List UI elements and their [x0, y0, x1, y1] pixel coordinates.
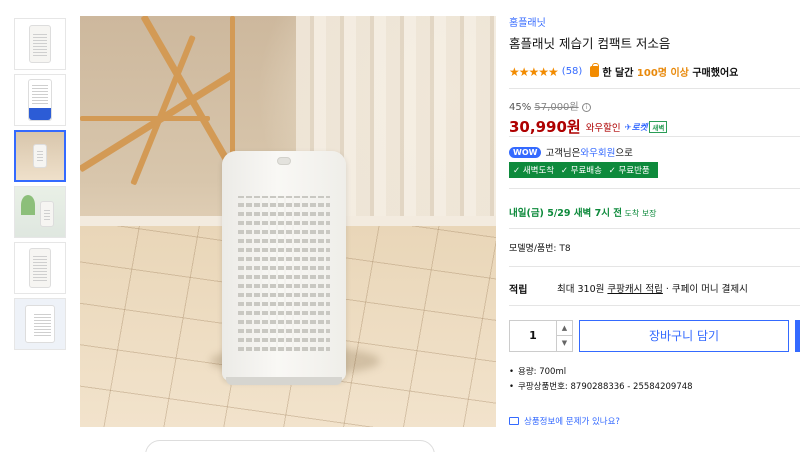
quantity-input[interactable]: 1 — [510, 321, 556, 351]
thumbnail-2[interactable] — [14, 74, 66, 126]
spec-capacity: 용량: 700ml — [509, 365, 693, 377]
accumulate-prefix: 최대 310원 — [557, 284, 608, 295]
accumulate-label: 적립 — [509, 285, 528, 296]
review-count-link[interactable]: (58) — [562, 66, 583, 77]
wow-text-suffix: 으로 — [615, 148, 633, 159]
product-info: 홈플래닛 홈플래닛 제습기 컴팩트 저소음 ★★★★★ (58) 한 달간 10… — [509, 14, 800, 79]
spec-list: 용량: 700ml 쿠팡상품번호: 8790288336 - 255842097… — [509, 365, 693, 395]
benefit-badges: ✓ 새벽도착 ✓ 무료배송 ✓ 무료반품 — [509, 162, 658, 178]
discount-rate: 45% — [509, 102, 532, 113]
spec-product-number: 쿠팡상품번호: 8790288336 - 25584209748 — [509, 380, 693, 392]
thumbnail-product-image — [25, 305, 55, 343]
thumbnail-3[interactable] — [14, 130, 66, 182]
buy-now-button[interactable] — [795, 320, 800, 352]
thumbnail-product-image — [40, 201, 54, 227]
report-link-label: 상품정보에 문제가 있나요? — [524, 417, 620, 427]
rating-row: ★★★★★ (58) 한 달간 100명 이상 구매했어요 — [509, 63, 800, 79]
quantity-down-button[interactable]: ▼ — [556, 336, 572, 351]
main-product-image — [80, 16, 496, 427]
benefit-dawn-delivery: ✓ 새벽도착 — [513, 166, 555, 176]
price-block: 45% 57,000원 i 30,990원 와우할인 ✈로켓 새벽 — [509, 98, 668, 137]
divider — [509, 188, 800, 189]
thumbnail-product-image — [28, 79, 52, 121]
divider — [509, 305, 800, 306]
rocket-dawn-badge: 새벽 — [649, 120, 668, 133]
dehumidifier-device — [222, 151, 346, 385]
wow-member-link[interactable]: 와우회원 — [580, 145, 615, 159]
wow-text-prefix: 고객님은 — [545, 148, 581, 159]
wow-badge: WOW — [509, 146, 542, 158]
benefit-free-shipping: ✓ 무료배송 — [560, 166, 602, 176]
divider — [509, 266, 800, 267]
delivery-estimate: 내일(금) 5/29 새벽 7시 전 도착 보장 — [509, 205, 657, 219]
report-link[interactable]: 상품정보에 문제가 있나요? — [509, 415, 620, 427]
thumbnail-product-image — [33, 144, 47, 168]
benefit-free-return: ✓ 무료반품 — [608, 166, 650, 176]
thumbnail-4[interactable] — [14, 186, 66, 238]
star-rating-icon: ★★★★★ — [509, 64, 559, 79]
divider — [509, 228, 800, 229]
shopping-bag-icon — [590, 63, 600, 77]
discount-line: 45% 57,000원 i — [509, 98, 667, 113]
thumbnail-5[interactable] — [14, 242, 66, 294]
divider — [509, 136, 800, 137]
brand-link[interactable]: 홈플래닛 — [509, 14, 800, 29]
wow-member-row: WOW 고객님은 와우회원 으로 — [509, 145, 633, 159]
rocket-delivery-badge: ✈로켓 — [624, 122, 648, 133]
accumulate-suffix: · 쿠페이 머니 결제시 — [662, 284, 748, 295]
wow-sale-label: 와우할인 — [585, 122, 621, 134]
sale-line: 30,990원 와우할인 ✈로켓 새벽 — [509, 116, 668, 137]
original-price: 57,000원 — [534, 102, 579, 113]
quantity-up-button[interactable]: ▲ — [556, 321, 572, 336]
divider — [509, 88, 800, 89]
coupang-cash-link[interactable]: 쿠팡캐시 적립 — [607, 284, 662, 295]
delivery-date: 내일(금) 5/29 새벽 7시 전 — [509, 208, 623, 219]
thumbnail-list — [14, 18, 68, 354]
report-icon — [509, 417, 519, 425]
purchase-count-text: 한 달간 100명 이상 구매했어요 — [602, 68, 739, 79]
sale-price: 30,990원 — [509, 118, 581, 136]
thumbnail-product-image — [29, 248, 51, 288]
model-number: 모델명/품번: T8 — [509, 244, 571, 254]
cash-accumulate-row: 적립 최대 310원 쿠팡캐시 적립 · 쿠페이 머니 결제시 — [509, 281, 748, 296]
delivery-note: 도착 보장 — [622, 209, 657, 218]
image-zoom-bar[interactable] — [145, 440, 435, 452]
product-title: 홈플래닛 제습기 컴팩트 저소음 — [509, 36, 671, 51]
add-to-cart-button[interactable]: 장바구니 담기 — [579, 320, 789, 352]
thumbnail-1[interactable] — [14, 18, 66, 70]
quantity-stepper: 1 ▲ ▼ — [509, 320, 573, 352]
thumbnail-product-image — [29, 25, 51, 63]
thumbnail-6[interactable] — [14, 298, 66, 350]
info-icon[interactable]: i — [581, 102, 591, 112]
